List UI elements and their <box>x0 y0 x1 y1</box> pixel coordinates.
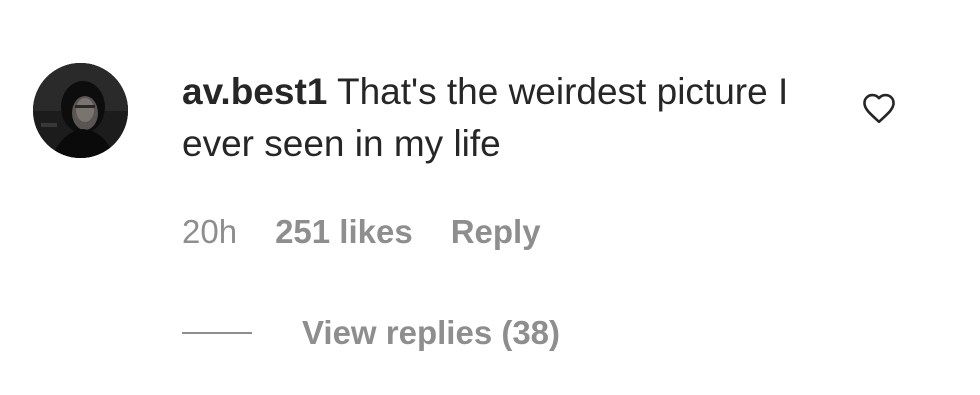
comment-meta: 20h 251 likes Reply <box>182 210 541 254</box>
view-replies-button[interactable]: View replies (38) <box>182 310 560 356</box>
heart-outline-icon <box>863 93 895 124</box>
comment-username[interactable]: av.best1 <box>182 71 327 112</box>
replies-divider-line <box>182 332 252 334</box>
view-replies-label: View replies (38) <box>302 314 561 351</box>
comment-body: av.best1 That's the weirdest picture I e… <box>182 66 802 170</box>
likes-count-button[interactable]: 251 likes <box>275 213 413 251</box>
reply-button[interactable]: Reply <box>451 213 541 251</box>
like-button[interactable] <box>859 90 899 126</box>
comment-timestamp: 20h <box>182 213 238 250</box>
user-avatar[interactable] <box>33 63 128 158</box>
avatar-image <box>33 63 128 158</box>
comment-item: av.best1 That's the weirdest picture I e… <box>0 0 980 395</box>
